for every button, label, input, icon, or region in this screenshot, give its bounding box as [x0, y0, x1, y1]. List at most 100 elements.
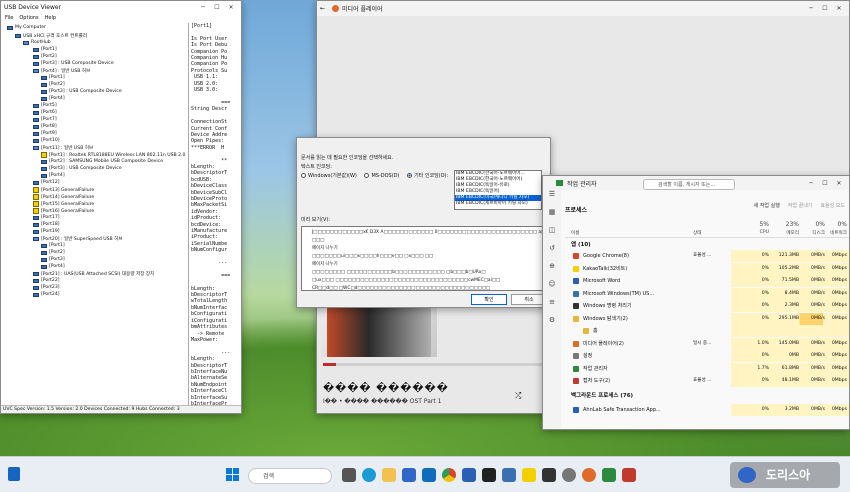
usb-tree-node[interactable]: [Port2]: [33, 54, 57, 59]
settings-icon[interactable]: [562, 468, 576, 482]
edge-icon[interactable]: [362, 468, 376, 482]
end-task-button[interactable]: 작업 끝내기: [788, 202, 813, 209]
col-mem[interactable]: 메모리: [786, 230, 799, 236]
col-net[interactable]: 네트워크: [830, 230, 847, 236]
minimize-icon[interactable]: ─: [196, 4, 210, 11]
process-row[interactable]: Microsoft Word 0% 71.5MB 0MB/s 0Mbps: [565, 275, 849, 287]
close-icon[interactable]: ✕: [832, 5, 846, 12]
usb-tree-node[interactable]: [Port7]: [33, 117, 57, 122]
usb-tree-node[interactable]: [Port11] : 일반 USB 허브: [33, 145, 93, 151]
ok-button[interactable]: 확인: [471, 294, 507, 305]
minimize-icon[interactable]: ─: [804, 5, 818, 12]
process-row[interactable]: 홈: [565, 325, 849, 337]
process-table-header[interactable]: 이름 상태 5% CPU 23% 메모리 0% 디스크 0% 네트워크: [565, 220, 849, 238]
file-explorer-icon[interactable]: [382, 468, 396, 482]
start-button[interactable]: [226, 468, 239, 481]
usb-tree-node[interactable]: [Port13] GeneralFailure: [33, 187, 94, 193]
processes-icon[interactable]: ▦: [543, 208, 561, 226]
hamburger-icon[interactable]: ☰: [543, 190, 561, 208]
chrome-icon[interactable]: [442, 468, 456, 482]
col-status[interactable]: 상태: [693, 230, 701, 236]
taskbar-search[interactable]: 검색: [248, 468, 332, 484]
users-icon[interactable]: ☺: [543, 280, 561, 298]
usb-tree-node[interactable]: [Port4]: [41, 264, 65, 269]
performance-icon[interactable]: ◫: [543, 226, 561, 244]
usb-tree-node[interactable]: [Port14] GeneralFailure: [33, 194, 94, 200]
usb-tree-node[interactable]: [Port4]: [41, 173, 65, 178]
usb-tree-node[interactable]: [Port6]: [33, 110, 57, 115]
kakaotalk-icon[interactable]: [522, 468, 536, 482]
close-icon[interactable]: ✕: [832, 180, 846, 187]
process-row[interactable]: 작업 관리자 1.7% 61.8MB 0MB/s 0Mbps: [565, 362, 849, 375]
usb-tree-node[interactable]: [Port1]: [41, 75, 65, 80]
col-disk[interactable]: 디스크: [812, 230, 825, 236]
col-cpu[interactable]: CPU: [760, 230, 769, 235]
usb-tree-node[interactable]: [Port4]: [41, 96, 65, 101]
usb-tree-node[interactable]: [Port9]: [33, 131, 57, 136]
usb-tree-node[interactable]: [Port5]: [33, 103, 57, 108]
usb-tree-node[interactable]: [Port16] GeneralFailure: [33, 208, 94, 214]
usb-tree-node[interactable]: [Port12]: [33, 180, 60, 185]
usb-tree-node[interactable]: [Port19]: [33, 229, 60, 234]
efficiency-mode-button[interactable]: 효율성 모드: [820, 202, 845, 209]
usb-device-tree[interactable]: My Computer USB xHCI 규격 호스트 컨트롤러 RootHub [P…: [3, 23, 187, 405]
usb-tree-node[interactable]: My Computer: [7, 25, 46, 30]
menu-help[interactable]: Help: [45, 15, 56, 21]
maximize-icon[interactable]: ☐: [818, 5, 832, 12]
store-icon[interactable]: [402, 468, 416, 482]
usb-tree-node[interactable]: [Port10]: [33, 138, 60, 143]
usb-tree-node[interactable]: [Port1]: [41, 243, 65, 248]
services-icon[interactable]: ⚙: [543, 316, 561, 334]
word-icon[interactable]: [462, 468, 476, 482]
usb-tree-node[interactable]: [Port3] : USB Composite Device: [41, 89, 122, 94]
back-arrow-icon[interactable]: ←: [320, 5, 332, 12]
maximize-icon[interactable]: ☐: [818, 180, 832, 187]
usb-tree-node[interactable]: [Port2]: [41, 82, 65, 87]
usb-tree-node[interactable]: [Port2] : SAMSUNG Mobile USB Composite D…: [41, 159, 163, 164]
process-row[interactable]: Google Chrome(8) 효율성 ... 0% 121.3MB 0MB/s 0Mb…: [565, 250, 849, 262]
usb-tree-node[interactable]: [Port18]: [33, 222, 60, 227]
menu-options[interactable]: Options: [19, 15, 38, 21]
process-row[interactable]: Windows 탐색기(2) 0% 295.1MB 0MB/s 0Mbps: [565, 312, 849, 325]
process-row[interactable]: KakaoTalk(32비트) 0% 105.2MB 0MB/s 0Mbps: [565, 262, 849, 275]
terminal-icon[interactable]: [482, 468, 496, 482]
usb-tree-node[interactable]: [Port21] : UAS(USB Attached SCSI) 대용량 저장…: [33, 271, 154, 277]
usb-tree-node[interactable]: [Port8]: [33, 124, 57, 129]
usb-tree-node[interactable]: [Port3]: [41, 257, 65, 262]
usb-tree-node[interactable]: [Port1] : Realtek RTL8188EU Wireless LAN…: [41, 152, 185, 158]
widgets-icon[interactable]: [8, 467, 20, 481]
details-icon[interactable]: ≡: [543, 298, 561, 316]
network-icon[interactable]: [502, 468, 516, 482]
task-view-icon[interactable]: [342, 468, 356, 482]
usb-tree-node[interactable]: [Port2]: [41, 250, 65, 255]
task-manager-icon[interactable]: [602, 468, 616, 482]
startup-icon[interactable]: ⊕: [543, 262, 561, 280]
usb-tree-node[interactable]: [Port15] GeneralFailure: [33, 201, 94, 207]
task-manager-search[interactable]: 검색할 이름, 게시자 또는...: [643, 179, 735, 190]
seek-bar[interactable]: [323, 363, 543, 366]
close-icon[interactable]: ✕: [224, 4, 238, 11]
run-new-task-button[interactable]: 새 작업 실행: [754, 202, 780, 209]
menu-file[interactable]: File: [5, 15, 13, 21]
usb-tree-node[interactable]: [Port1]: [33, 47, 57, 52]
process-row[interactable]: Microsoft Windows(TM) US... 0% 8.4MB 0MB/s 0…: [565, 287, 849, 300]
usb-tree-node[interactable]: USB xHCI 규격 호스트 컨트롤러: [15, 33, 87, 39]
col-name[interactable]: 이름: [571, 230, 579, 236]
process-row[interactable]: AhnLab Safe Transaction App... 0% 3.2MB 0MB…: [565, 403, 849, 416]
outlook-icon[interactable]: [422, 468, 436, 482]
shuffle-icon[interactable]: ⤮: [515, 391, 521, 401]
process-row[interactable]: 미디어 플레이어(2) 일시 중... 1.0% 145.0MB 0MB/s 0Mbps: [565, 337, 849, 350]
usb-tree-node[interactable]: [Port4] : 일반 USB 허브: [33, 68, 90, 74]
usb-tree-node[interactable]: [Port22]: [33, 278, 60, 283]
radio-windows[interactable]: Windows(기본값)(W): [301, 172, 357, 179]
usb-tree-node[interactable]: [Port20] : 일반 SuperSpeed USB 허브: [33, 236, 123, 242]
media-player-icon[interactable]: [582, 468, 596, 482]
usb-tree-node[interactable]: [Port24]: [33, 292, 60, 297]
process-row[interactable]: 설정 0% 0MB 0MB/s 0Mbps: [565, 350, 849, 362]
usb-tree-node[interactable]: [Port23]: [33, 285, 60, 290]
usb-tree-node[interactable]: [Port17]: [33, 215, 60, 220]
history-icon[interactable]: ↺: [543, 244, 561, 262]
encoding-list-item[interactable]: IBM EBCDIC(세르비아어 키릴 자모): [455, 201, 541, 207]
maximize-icon[interactable]: ☐: [210, 4, 224, 11]
encoding-list[interactable]: IBM EBCDIC(한국어-노르웨이어... IBM EBCDIC(한국어-노르…: [454, 170, 542, 210]
